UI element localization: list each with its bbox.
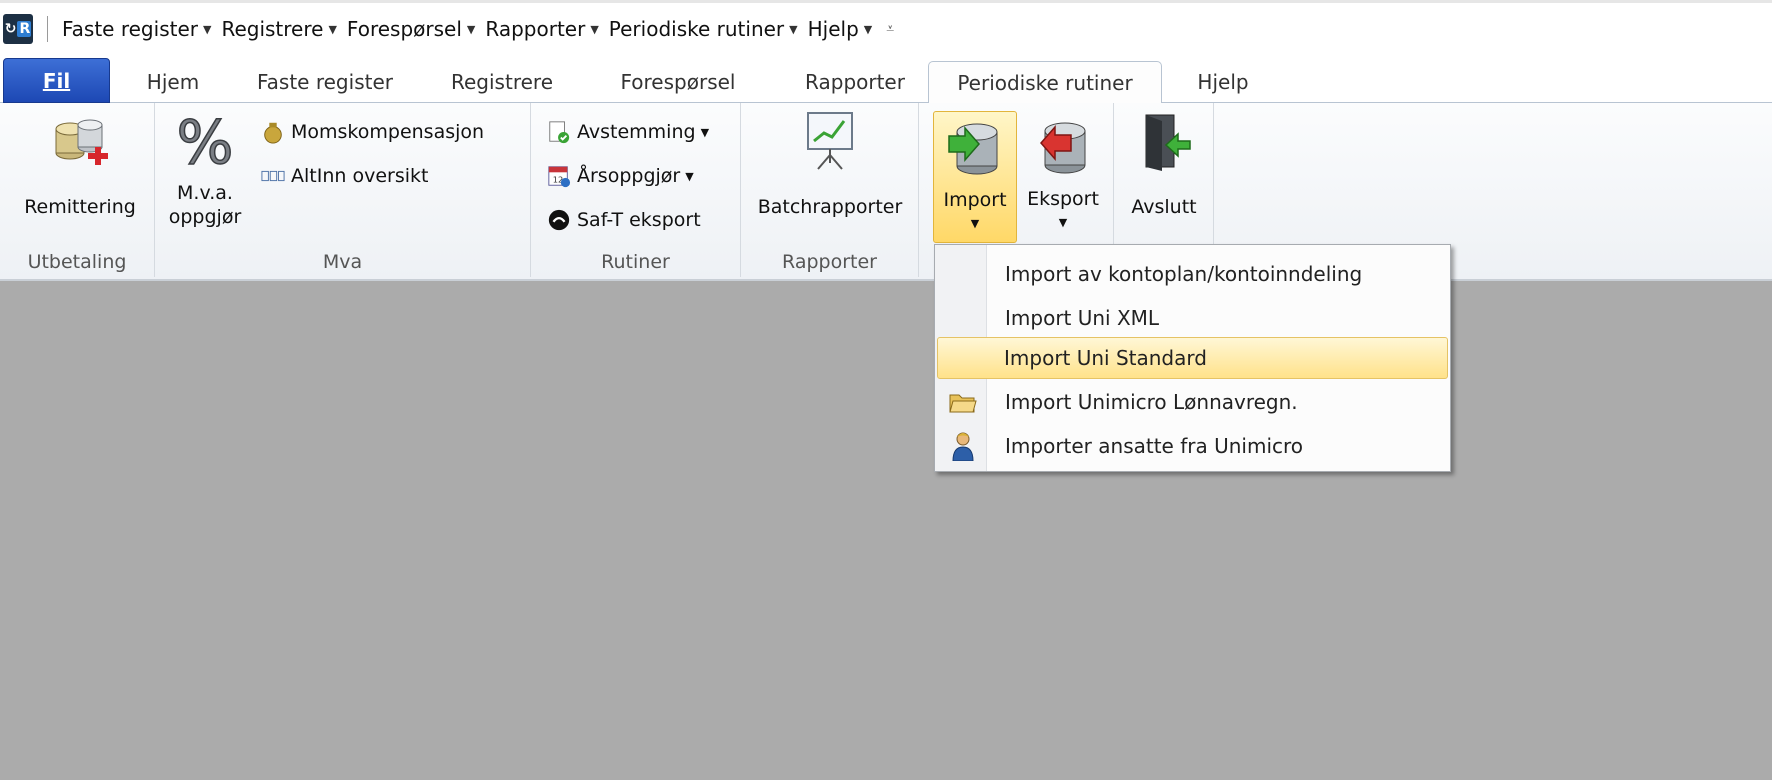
remittering-label: Remittering	[24, 196, 136, 218]
menu-item-import-uni-xml[interactable]: Import Uni XML	[937, 297, 1448, 339]
caret-down-icon: ▼	[1058, 216, 1068, 229]
qat-faste-register[interactable]: Faste register ▼	[62, 17, 211, 41]
quick-access-toolbar: ↻ R Faste register ▼ Registrere ▼ Forespørs…	[0, 0, 1772, 55]
svg-text:%: %	[176, 109, 233, 173]
checked-document-icon	[547, 120, 571, 144]
arsoppgjor-button[interactable]: 12 Årsoppgjør ▼	[547, 161, 694, 191]
folder-open-icon	[947, 386, 979, 418]
menu-item-import-kontoplan[interactable]: Import av kontoplan/kontoinndeling	[937, 253, 1448, 295]
qat-foresporsel[interactable]: Forespørsel ▼	[347, 17, 475, 41]
tab-hjem[interactable]: Hjem	[128, 61, 218, 103]
group-label-rapporter: Rapporter	[782, 251, 877, 273]
app-logo-icon[interactable]: ↻ R	[3, 14, 33, 44]
import-dropdown-menu: Import av kontoplan/kontoinndeling Impor…	[934, 244, 1451, 472]
tab-foresporsel[interactable]: Forespørsel	[598, 61, 758, 103]
import-button[interactable]: Import ▼	[933, 111, 1017, 243]
group-rutiner: Avstemming ▼ 12 Årsoppgjør ▼ Saf-T eksport…	[531, 103, 741, 277]
remittering-button[interactable]: Remittering	[10, 109, 150, 219]
caret-down-icon: ▼	[700, 125, 710, 139]
customize-qat-icon[interactable]: ⩡	[886, 21, 894, 37]
tab-rapporter[interactable]: Rapporter	[780, 61, 930, 103]
tab-registrere[interactable]: Registrere	[432, 61, 572, 103]
group-label-utbetaling: Utbetaling	[27, 251, 127, 273]
group-label-mva: Mva	[322, 251, 363, 273]
qat-separator	[47, 16, 48, 42]
avslutt-button[interactable]: Avslutt	[1118, 109, 1210, 219]
caret-down-icon: ▼	[466, 22, 476, 36]
user-person-icon	[947, 430, 979, 462]
grid-icon	[261, 164, 285, 188]
eksport-label: Eksport	[1027, 188, 1099, 210]
coins-stack-icon	[55, 119, 108, 165]
qat-hjelp[interactable]: Hjelp ▼	[808, 17, 873, 41]
tab-periodiske-rutiner[interactable]: Periodiske rutiner	[928, 61, 1162, 104]
qat-registrere[interactable]: Registrere ▼	[221, 17, 336, 41]
money-bag-icon	[261, 120, 285, 144]
tab-hjelp[interactable]: Hjelp	[1178, 61, 1268, 103]
ribbon-body: Remittering Utbetaling % M.v.a. oppgjør …	[0, 103, 1772, 281]
menu-item-importer-ansatte[interactable]: Importer ansatte fra Unimicro	[937, 425, 1448, 467]
qat-periodiske-rutiner[interactable]: Periodiske rutiner ▼	[609, 17, 798, 41]
avstemming-button[interactable]: Avstemming ▼	[547, 117, 709, 147]
presentation-chart-icon	[807, 112, 853, 170]
calendar-icon: 12	[547, 164, 571, 188]
caret-down-icon: ▼	[970, 217, 980, 230]
saft-logo-icon	[547, 208, 571, 232]
mva-label-line2: oppgjør	[168, 206, 242, 228]
import-label: Import	[943, 189, 1007, 211]
tab-fil[interactable]: Fil	[3, 58, 110, 103]
group-label-rutiner: Rutiner	[601, 251, 670, 273]
ribbon-tabs: Fil Hjem Faste register Registrere Fores…	[0, 55, 1772, 104]
database-export-icon	[1040, 122, 1086, 174]
group-utbetaling: Remittering Utbetaling	[0, 103, 155, 277]
tab-faste-register[interactable]: Faste register	[240, 61, 410, 103]
batchrapporter-label: Batchrapporter	[757, 196, 903, 218]
caret-down-icon: ▼	[863, 22, 873, 36]
altinn-oversikt-button[interactable]: AltInn oversikt	[261, 161, 428, 191]
menu-item-import-unimicro-lonn[interactable]: Import Unimicro Lønnavregn.	[937, 381, 1448, 423]
group-mva: % M.v.a. oppgjør Momskompensasjon AltInn…	[155, 103, 531, 277]
caret-down-icon: ▼	[789, 22, 798, 36]
menu-item-import-uni-standard[interactable]: Import Uni Standard	[937, 337, 1448, 379]
caret-down-icon: ▼	[685, 169, 694, 183]
caret-down-icon: ▼	[202, 22, 212, 36]
qat-rapporter[interactable]: Rapporter ▼	[485, 17, 598, 41]
momskompensasjon-button[interactable]: Momskompensasjon	[261, 117, 484, 147]
mva-oppgjor-button[interactable]: % M.v.a. oppgjør	[165, 109, 245, 229]
caret-down-icon: ▼	[590, 22, 599, 36]
percent-icon: %	[176, 109, 235, 173]
mva-label-line1: M.v.a.	[177, 182, 233, 204]
avslutt-label: Avslutt	[1131, 196, 1197, 218]
database-import-icon	[948, 123, 998, 175]
saft-eksport-button[interactable]: Saf-T eksport	[547, 205, 701, 235]
eksport-button[interactable]: Eksport ▼	[1019, 111, 1107, 235]
group-rapporter: Batchrapporter Rapporter	[741, 103, 919, 277]
exit-door-icon	[1145, 114, 1191, 171]
caret-down-icon: ▼	[328, 22, 337, 36]
batchrapporter-button[interactable]: Batchrapporter	[745, 109, 915, 219]
